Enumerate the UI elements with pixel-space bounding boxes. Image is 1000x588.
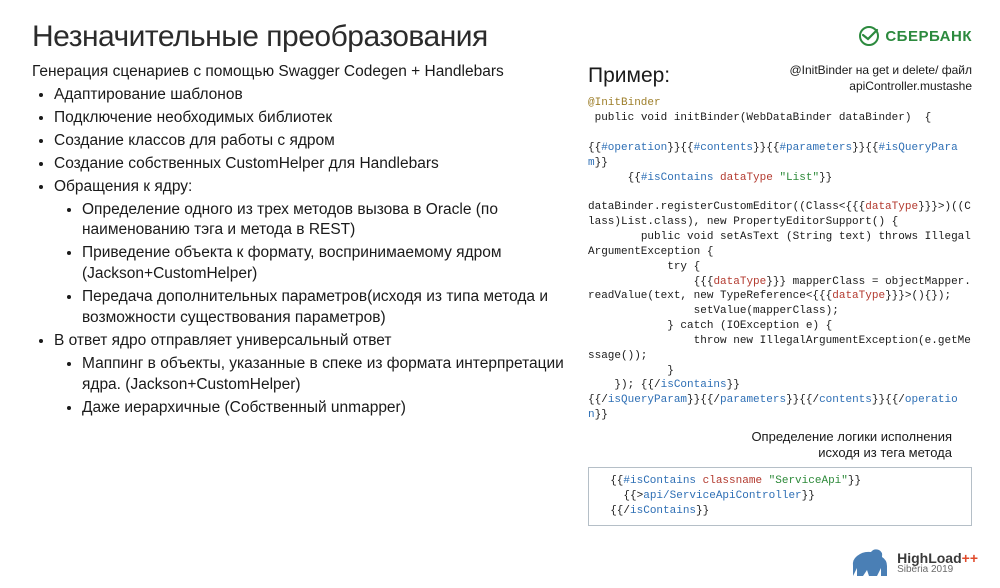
sberbank-logo: СБЕРБАНК: [859, 26, 972, 46]
example-annotation: @InitBinder на get и delete/ файл apiCon…: [789, 62, 972, 94]
annot-line: @InitBinder на get и delete/ файл: [789, 62, 972, 78]
hl-plus: ++: [962, 550, 978, 566]
sberbank-icon: [859, 26, 879, 46]
list-item-label: Обращения к ядру:: [54, 178, 192, 195]
code-block-1: @InitBinder public void initBinder(WebDa…: [588, 96, 972, 423]
list-item: Создание собственных CustomHelper для Ha…: [54, 154, 572, 175]
slide-title: Незначительные преобразования: [32, 20, 488, 54]
sub-list: Маппинг в объекты, указанные в спеке из …: [54, 354, 572, 419]
example-title: Пример:: [588, 62, 670, 90]
mid-annot-line: Определение логики исполнения: [588, 429, 952, 445]
left-column: Генерация сценариев с помощью Swagger Co…: [32, 62, 572, 588]
bear-icon: [847, 546, 893, 580]
sub-list: Определение одного из трех методов вызов…: [54, 200, 572, 330]
hl-sub: Siberia 2019: [897, 565, 978, 575]
list-item-label: В ответ ядро отправляет универсальный от…: [54, 332, 392, 349]
list-item: Обращения к ядру: Определение одного из …: [54, 177, 572, 329]
intro-text: Генерация сценариев с помощью Swagger Co…: [32, 62, 572, 83]
footer-logo: HighLoad++ Siberia 2019: [847, 546, 978, 580]
highload-text: HighLoad++ Siberia 2019: [897, 551, 978, 575]
list-item: Адаптирование шаблонов: [54, 85, 572, 106]
list-item: Подключение необходимых библиотек: [54, 108, 572, 129]
mid-annot-line: исходя из тега метода: [588, 445, 952, 461]
bullet-list: Адаптирование шаблонов Подключение необх…: [32, 85, 572, 419]
list-item: Даже иерархичные (Собственный unmapper): [82, 398, 572, 419]
slide: Незначительные преобразования СБЕРБАНК Г…: [0, 0, 1000, 588]
code-block-2: {{#isContains classname "ServiceApi"}} {…: [588, 467, 972, 526]
header: Незначительные преобразования СБЕРБАНК: [32, 20, 972, 54]
sberbank-text: СБЕРБАНК: [885, 28, 972, 45]
annot-line: apiController.mustashe: [789, 78, 972, 94]
list-item: Маппинг в объекты, указанные в спеке из …: [82, 354, 572, 396]
list-item: В ответ ядро отправляет универсальный от…: [54, 331, 572, 419]
right-column: Пример: @InitBinder на get и delete/ фай…: [588, 62, 972, 588]
list-item: Приведение объекта к формату, воспринима…: [82, 243, 572, 285]
list-item: Определение одного из трех методов вызов…: [82, 200, 572, 242]
list-item: Создание классов для работы с ядром: [54, 131, 572, 152]
list-item: Передача дополнительных параметров(исход…: [82, 287, 572, 329]
mid-annotation: Определение логики исполнения исходя из …: [588, 429, 952, 462]
content: Генерация сценариев с помощью Swagger Co…: [32, 62, 972, 588]
example-top-row: Пример: @InitBinder на get и delete/ фай…: [588, 62, 972, 94]
